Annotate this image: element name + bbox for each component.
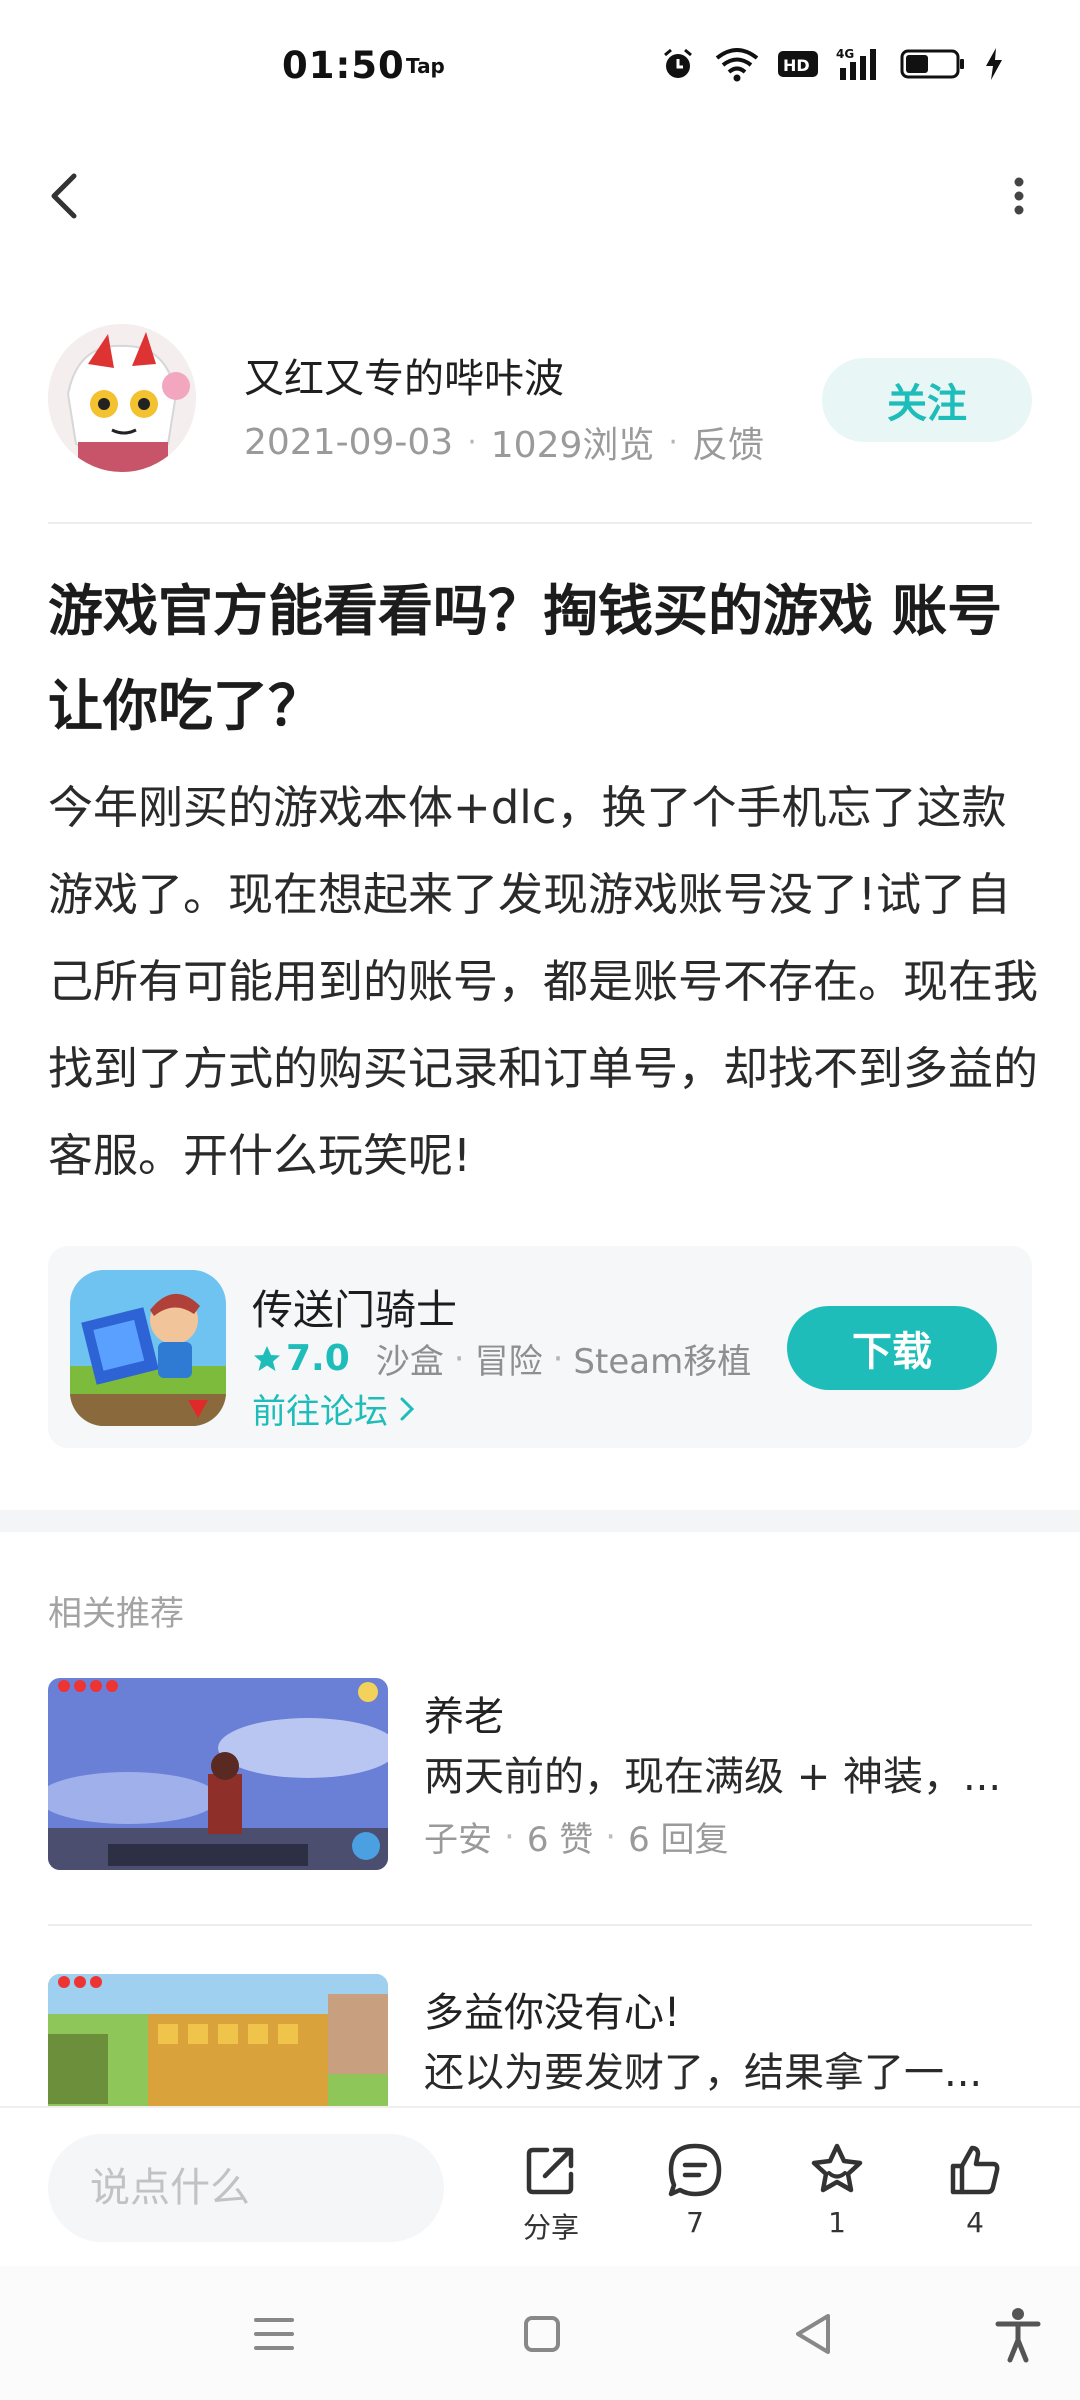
accessibility-button[interactable] [988, 2304, 1048, 2364]
author-meta: 2021-09-03 · 1029浏览 · 反馈 [244, 416, 764, 468]
menu-button[interactable] [244, 2304, 304, 2364]
comments-button[interactable]: 7 [640, 2140, 750, 2239]
app-name: 传送门骑士 [252, 1286, 457, 1334]
share-button[interactable]: 分享 [496, 2140, 606, 2246]
thumbs-up-icon [950, 2145, 1000, 2195]
section-divider [0, 1510, 1080, 1532]
app-tag: Steam移植 [573, 1342, 752, 1382]
more-button[interactable] [994, 166, 1044, 226]
system-back-button[interactable] [784, 2304, 844, 2364]
post-thumbnail [48, 1678, 388, 1870]
meta-separator: · [605, 1816, 617, 1857]
tag-separator: · [552, 1338, 564, 1379]
chevron-left-icon [51, 173, 77, 219]
hd-icon: HD [778, 49, 818, 79]
rec-replies: 6 回复 [628, 1820, 729, 1860]
chevron-right-icon [400, 1397, 415, 1420]
app-tag: 冒险 [474, 1342, 543, 1382]
rec-author: 子安 [424, 1820, 492, 1860]
share-label: 分享 [522, 2211, 579, 2244]
author-avatar[interactable] [48, 324, 196, 472]
signal-4g-icon: 4G [836, 46, 882, 82]
rec-title: 多益你没有心! [424, 1990, 681, 2036]
favorite-button[interactable]: 1 [782, 2140, 892, 2239]
meta-separator: · [668, 424, 678, 460]
square-icon [524, 2316, 560, 2352]
follow-button[interactable]: 关注 [822, 358, 1032, 442]
post-views: 1029浏览 [490, 425, 655, 466]
battery-icon [900, 47, 966, 81]
forum-link[interactable]: 前往论坛 [252, 1384, 416, 1433]
comments-count: 7 [686, 2206, 704, 2239]
likes-count: 4 [966, 2206, 984, 2239]
rec-summary: 还以为要发财了，结果拿了一... [424, 2050, 983, 2096]
list-item[interactable]: 养老 两天前的，现在满级 + 神装，... 子安 · 6 赞 · 6 回复 [48, 1678, 1032, 1874]
svg-text:4G: 4G [836, 47, 854, 61]
menu-icon [254, 2318, 294, 2350]
app-tag: 沙盒 [375, 1342, 444, 1382]
rec-likes: 6 赞 [526, 1820, 594, 1860]
list-item[interactable]: 多益你没有心! 还以为要发财了，结果拿了一... [48, 1974, 1032, 2106]
tag-separator: · [453, 1338, 465, 1379]
divider [48, 1924, 1032, 1926]
meta-separator: · [504, 1816, 515, 1857]
back-button[interactable] [40, 160, 90, 230]
app-info: 7.0 沙盒 · 冒险 · Steam移植 [252, 1334, 751, 1383]
divider [48, 522, 1032, 524]
app-card[interactable]: 传送门骑士 7.0 沙盒 · 冒险 · Steam移植 前往论坛 下载 [48, 1246, 1032, 1448]
star-icon [254, 1345, 280, 1371]
accessibility-icon [995, 2308, 1041, 2363]
forum-link-label: 前往论坛 [252, 1392, 388, 1432]
author-name[interactable]: 又红又专的哔咔波 [244, 346, 564, 404]
share-icon [526, 2147, 574, 2195]
alarm-icon [660, 46, 696, 82]
rec-meta: 子安 · 6 赞 · 6 回复 [424, 1812, 729, 1861]
more-vertical-icon [1014, 177, 1024, 215]
status-tap-label: Tap [406, 54, 445, 78]
favorites-count: 1 [828, 2206, 846, 2239]
charging-icon [984, 46, 1004, 82]
system-navigation-bar [0, 2266, 1080, 2400]
post-title: 游戏官方能看看吗？掏钱买的游戏 账号让你吃了？ [48, 579, 1003, 738]
app-icon [70, 1270, 226, 1426]
rec-title: 养老 [424, 1694, 504, 1740]
recommendations-header: 相关推荐 [48, 1594, 184, 1634]
svg-text:HD: HD [783, 56, 810, 75]
status-time: 01:50 [282, 44, 405, 87]
app-rating: 7.0 [252, 1338, 350, 1379]
wifi-icon [714, 46, 760, 82]
like-button[interactable]: 4 [920, 2140, 1030, 2239]
triangle-back-icon [796, 2314, 830, 2354]
comment-input[interactable] [48, 2134, 444, 2242]
post-body: 今年刚买的游戏本体+dlc，换了个手机忘了这款游戏了。现在想起来了发现游戏账号没… [48, 781, 1039, 1182]
rec-summary: 两天前的，现在满级 + 神装，... [424, 1754, 1002, 1800]
download-button[interactable]: 下载 [787, 1306, 997, 1390]
post-date: 2021-09-03 [244, 421, 454, 463]
app-rating-value: 7.0 [286, 1338, 350, 1379]
bottom-action-bar: 分享 7 1 4 [0, 2106, 1080, 2266]
star-outline-icon [811, 2143, 863, 2193]
comment-icon [668, 2143, 722, 2197]
status-icons: HD 4G [660, 44, 1004, 84]
status-bar: 01:50 Tap HD 4G [0, 0, 1080, 132]
feedback-link[interactable]: 反馈 [692, 416, 764, 468]
home-button[interactable] [512, 2304, 572, 2364]
post-thumbnail [48, 1974, 388, 2106]
meta-separator: · [467, 424, 477, 460]
